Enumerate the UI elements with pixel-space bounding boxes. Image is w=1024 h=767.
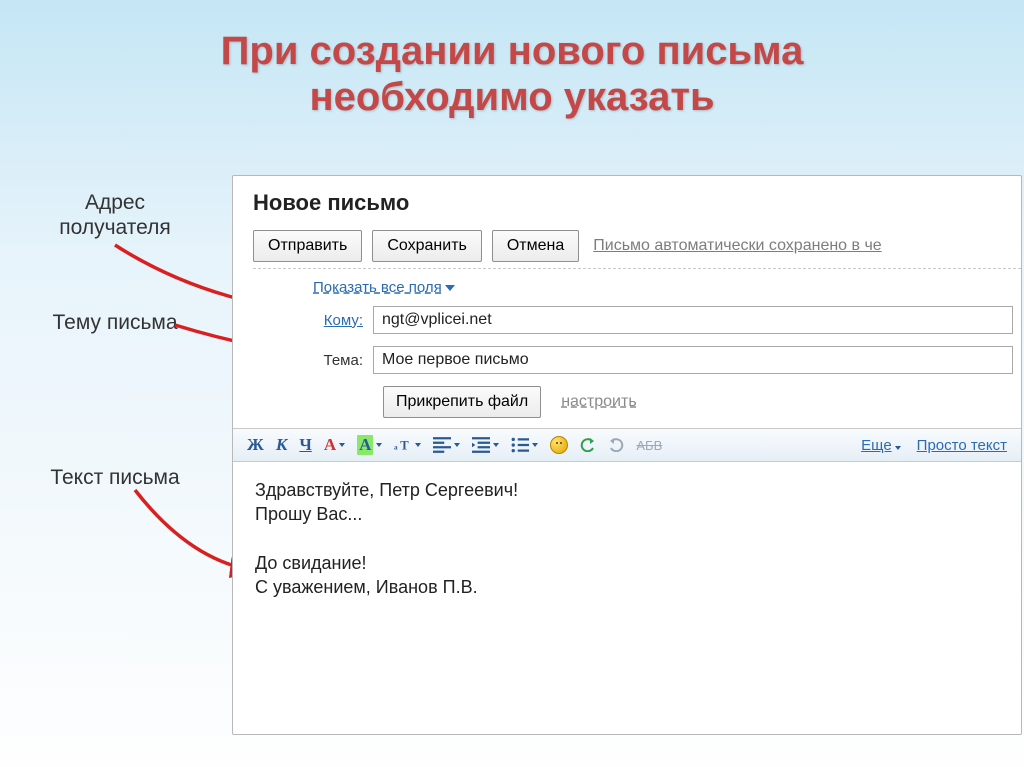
subject-input[interactable]: [373, 346, 1013, 374]
to-input[interactable]: [373, 306, 1013, 334]
autosave-status: Письмо автоматически сохранено в че: [593, 237, 881, 255]
undo-icon: [580, 438, 596, 452]
send-button[interactable]: Отправить: [253, 230, 362, 262]
cancel-button[interactable]: Отмена: [492, 230, 579, 262]
subject-field-row: Тема:: [313, 346, 1021, 374]
attach-button[interactable]: Прикрепить файл: [383, 386, 541, 418]
align-button[interactable]: [433, 437, 460, 453]
chevron-down-icon: [454, 443, 460, 447]
to-label[interactable]: Кому:: [313, 312, 373, 329]
spellcheck-button[interactable]: АБВ: [636, 438, 662, 453]
attach-row: Прикрепить файл настроить: [383, 386, 1021, 418]
separator: [253, 268, 1021, 269]
richtext-toolbar: Ж К Ч A A aT АБВ Еще: [233, 428, 1021, 462]
chevron-down-icon: [493, 443, 499, 447]
chevron-down-icon: [532, 443, 538, 447]
list-icon: [511, 437, 529, 453]
plaintext-link[interactable]: Просто текст: [917, 437, 1007, 454]
chevron-down-icon: [445, 285, 455, 291]
slide-title: При создании нового письма необходимо ук…: [0, 0, 1024, 130]
svg-text:a: a: [394, 444, 398, 452]
show-all-fields-label: Показать все поля: [313, 279, 442, 296]
undo-button[interactable]: [580, 438, 596, 452]
chevron-down-icon: [376, 443, 382, 447]
compose-toolbar: Отправить Сохранить Отмена Письмо автома…: [253, 230, 1021, 262]
redo-icon: [608, 438, 624, 452]
fontcolor-button[interactable]: A: [324, 435, 345, 455]
label-recipient: Адрес получателя: [0, 190, 230, 240]
attach-configure-link[interactable]: настроить: [561, 393, 636, 411]
compose-title: Новое письмо: [253, 190, 1021, 216]
title-line-1: При создании нового письма: [40, 28, 984, 74]
compose-window: Новое письмо Отправить Сохранить Отмена …: [232, 175, 1022, 735]
show-all-fields-link[interactable]: Показать все поля: [313, 279, 455, 296]
emoji-button[interactable]: [550, 436, 568, 454]
svg-text:T: T: [401, 439, 410, 453]
message-body[interactable]: Здравствуйте, Петр Сергеевич! Прошу Вас.…: [233, 462, 1021, 615]
chevron-down-icon: [895, 446, 901, 450]
redo-button[interactable]: [608, 438, 624, 452]
fontsize-icon: aT: [394, 437, 412, 453]
italic-button[interactable]: К: [276, 435, 288, 455]
fontsize-button[interactable]: aT: [394, 437, 421, 453]
save-button[interactable]: Сохранить: [372, 230, 482, 262]
indent-button[interactable]: [472, 437, 499, 453]
to-field-row: Кому:: [313, 306, 1021, 334]
chevron-down-icon: [415, 443, 421, 447]
highlight-button[interactable]: A: [357, 435, 382, 455]
align-icon: [433, 437, 451, 453]
label-body: Текст письма: [0, 465, 230, 490]
label-subject: Тему письма: [0, 310, 230, 335]
indent-icon: [472, 437, 490, 453]
title-line-2: необходимо указать: [40, 74, 984, 120]
more-link[interactable]: Еще: [861, 437, 901, 454]
subject-label: Тема:: [313, 352, 373, 369]
list-button[interactable]: [511, 437, 538, 453]
bold-button[interactable]: Ж: [247, 435, 264, 455]
chevron-down-icon: [339, 443, 345, 447]
underline-button[interactable]: Ч: [299, 435, 311, 455]
